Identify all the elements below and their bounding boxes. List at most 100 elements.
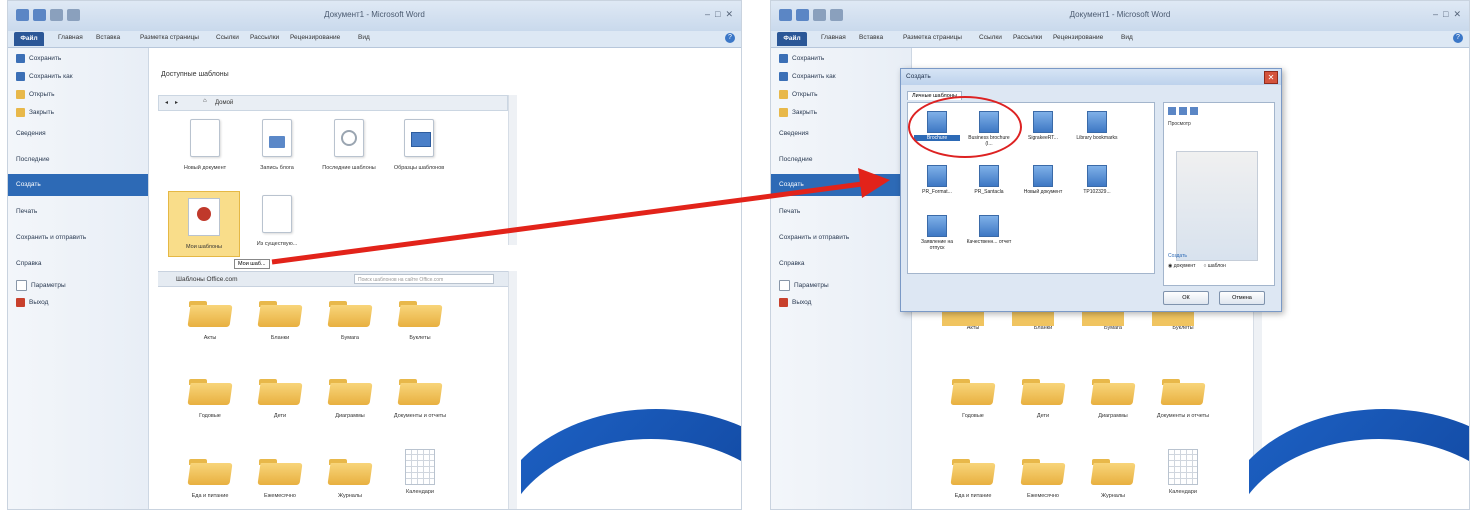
help-icon[interactable]: ? [1453,33,1463,43]
highlight-circle [908,96,1022,158]
template-item[interactable]: Качественн... отчет [966,215,1012,245]
nav-save-send[interactable]: Сохранить и отправить [779,234,849,241]
nav-save-as[interactable]: Сохранить как [16,72,73,81]
template-item[interactable]: Library bookmarks [1074,111,1120,141]
tab-view[interactable]: Вид [358,34,370,41]
nav-options[interactable]: Параметры [16,280,66,291]
nav-save-send[interactable]: Сохранить и отправить [16,234,86,241]
folder-item[interactable]: Дети [1013,375,1073,419]
template-samples[interactable]: Образцы шаблонов [384,119,454,171]
radio-template[interactable]: ○ шаблон [1203,263,1225,269]
nav-open[interactable]: Открыть [16,90,55,99]
template-item[interactable]: SigrakeeRT... [1020,111,1066,141]
folder-item[interactable]: Годовые [180,375,240,419]
nav-info[interactable]: Сведения [779,130,809,137]
help-icon[interactable]: ? [725,33,735,43]
tab-insert[interactable]: Вставка [96,34,120,41]
nav-exit[interactable]: Выход [16,298,48,307]
folder-item[interactable]: Ежемесячно [250,455,310,499]
tab-file[interactable]: Файл [777,32,807,46]
nav-help[interactable]: Справка [779,260,805,267]
folder-item[interactable]: Журналы [320,455,380,499]
folder-item[interactable]: Еда и питание [943,455,1003,499]
nav-new[interactable]: Создать [8,174,148,196]
office-com-label: Шаблоны Office.com [176,276,238,283]
home-icon[interactable]: ⌂ [203,98,207,104]
large-icons-view-icon[interactable] [1168,107,1176,115]
template-new-document[interactable]: Новый документ [170,119,240,171]
tab-insert[interactable]: Вставка [859,34,883,41]
close-icon[interactable]: ✕ [725,9,733,20]
folder-item[interactable]: Календари [1153,449,1213,495]
nav-close[interactable]: Закрыть [16,108,54,117]
folder-item[interactable]: Документы и отчеты [390,375,450,419]
minimize-icon[interactable]: – [705,9,710,20]
folder-item[interactable]: Дети [250,375,310,419]
folder-item[interactable]: Документы и отчеты [1153,375,1213,419]
nav-save-as[interactable]: Сохранить как [779,72,836,81]
template-my-templates[interactable]: Мои шаблоны [168,191,240,257]
nav-recent[interactable]: Последние [779,156,812,163]
forward-arrow-icon[interactable]: ▸ [175,99,178,106]
nav-recent[interactable]: Последние [16,156,49,163]
nav-open[interactable]: Открыть [779,90,818,99]
tab-page-layout[interactable]: Разметка страницы [140,34,199,41]
maximize-icon[interactable]: □ [715,9,720,20]
radio-document[interactable]: ◉ документ [1168,263,1195,269]
details-view-icon[interactable] [1190,107,1198,115]
folder-item[interactable]: Диаграммы [320,375,380,419]
template-from-existing[interactable]: Из существую... [242,195,312,247]
word-template-icon [979,215,999,237]
ok-button[interactable]: ОК [1163,291,1209,305]
nav-save[interactable]: Сохранить [16,54,61,63]
close-icon[interactable]: ✕ [1453,9,1461,20]
cancel-button[interactable]: Отмена [1219,291,1265,305]
tab-page-layout[interactable]: Разметка страницы [903,34,962,41]
template-item[interactable]: PR_Santacla [966,165,1012,195]
template-item[interactable]: Заявление на отпуск [914,215,960,251]
tab-file[interactable]: Файл [14,32,44,46]
nav-print[interactable]: Печать [16,208,37,215]
nav-help[interactable]: Справка [16,260,42,267]
template-item[interactable]: TP102329... [1074,165,1120,195]
nav-close[interactable]: Закрыть [779,108,817,117]
nav-exit[interactable]: Выход [779,298,811,307]
folder-item[interactable]: Буклеты [390,297,450,341]
folder-item[interactable]: Еда и питание [180,455,240,499]
nav-options[interactable]: Параметры [779,280,829,291]
dialog-close-icon[interactable]: ✕ [1264,71,1278,84]
folder-item[interactable]: Ежемесячно [1013,455,1073,499]
maximize-icon[interactable]: □ [1443,9,1448,20]
nav-info[interactable]: Сведения [16,130,46,137]
tab-references[interactable]: Ссылки [216,34,239,41]
scrollbar-bottom[interactable] [508,271,517,509]
template-item[interactable]: Новый документ [1020,165,1066,195]
template-search-input[interactable]: Поиск шаблонов на сайте Office.com [354,274,494,284]
tab-view[interactable]: Вид [1121,34,1133,41]
folder-item[interactable]: Календари [390,449,450,495]
folder-item[interactable]: Акты [180,297,240,341]
tab-home[interactable]: Главная [58,34,83,41]
tab-mailings[interactable]: Рассылки [1013,34,1042,41]
nav-new[interactable]: Создать [771,174,911,196]
nav-save[interactable]: Сохранить [779,54,824,63]
folder-item[interactable]: Журналы [1083,455,1143,499]
list-view-icon[interactable] [1179,107,1187,115]
template-item[interactable]: PR_Format... [914,165,960,195]
folder-item[interactable]: Бумага [320,297,380,341]
tab-references[interactable]: Ссылки [979,34,1002,41]
nav-print[interactable]: Печать [779,208,800,215]
scrollbar-top[interactable] [508,95,517,245]
template-blog-post[interactable]: Запись блога [242,119,312,171]
path-home[interactable]: Домой [215,100,233,106]
folder-item[interactable]: Годовые [943,375,1003,419]
minimize-icon[interactable]: – [1433,9,1438,20]
folder-item[interactable]: Бланки [250,297,310,341]
folder-item[interactable]: Диаграммы [1083,375,1143,419]
tab-review[interactable]: Рецензирование [290,34,340,41]
tab-home[interactable]: Главная [821,34,846,41]
back-arrow-icon[interactable]: ◂ [165,99,168,106]
template-recent[interactable]: Последние шаблоны [314,119,384,171]
tab-mailings[interactable]: Рассылки [250,34,279,41]
tab-review[interactable]: Рецензирование [1053,34,1103,41]
